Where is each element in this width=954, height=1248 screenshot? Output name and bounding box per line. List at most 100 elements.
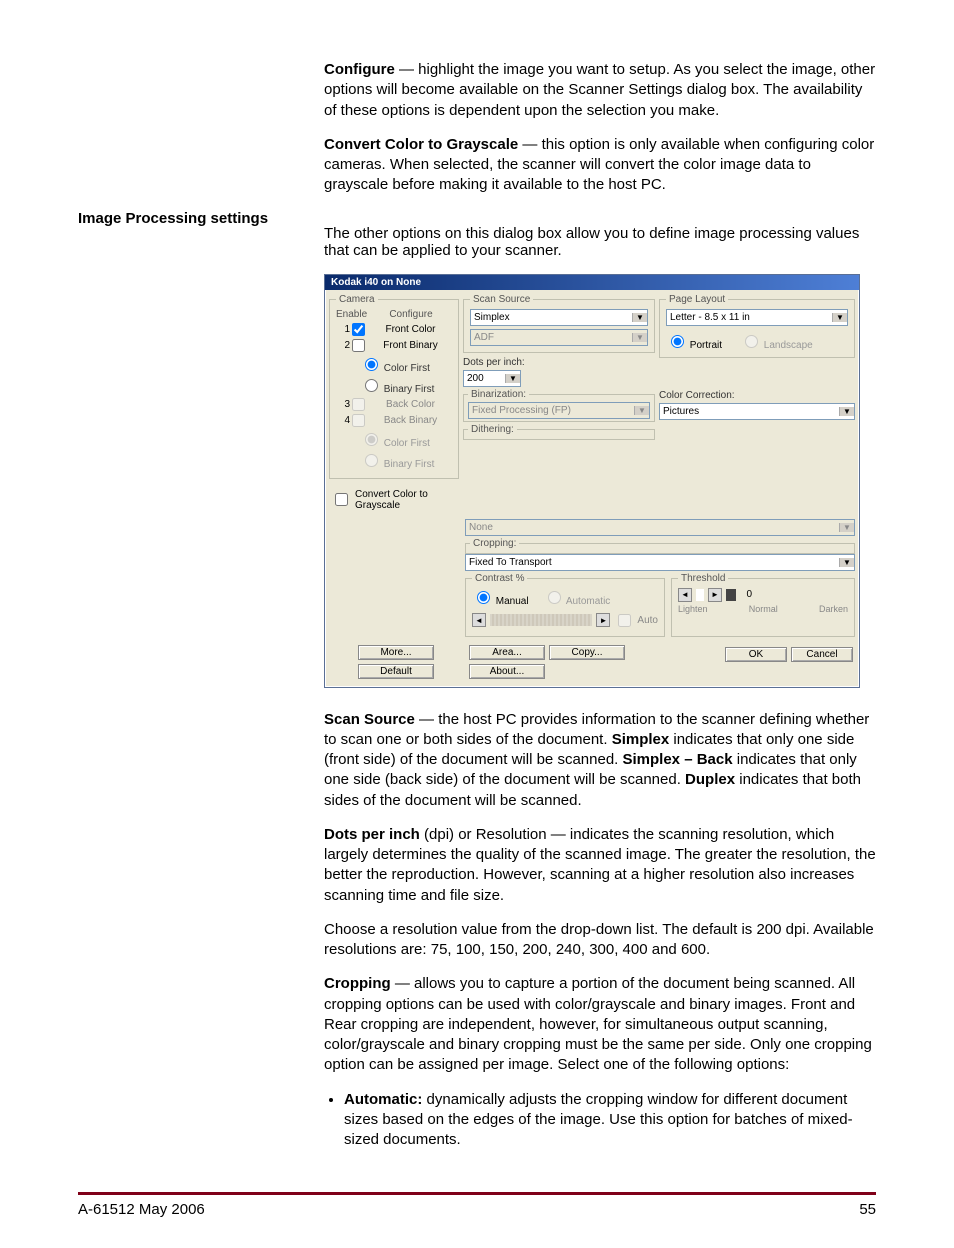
threshold-value: 0 [740,589,752,600]
contrast-manual-option[interactable]: Manual [472,588,529,607]
dpi-resolutions-paragraph: Choose a resolution value from the drop-… [324,920,876,961]
portrait-label: Portrait [690,340,722,351]
cctg-label: Convert Color to Grayscale [355,489,459,511]
chevron-down-icon: ▼ [839,523,854,532]
simplex-back-term: Simplex – Back [623,751,733,768]
landscape-label: Landscape [764,340,813,351]
camera-label-3: Back Color [369,399,452,410]
cctg-checkbox[interactable] [335,493,348,506]
scan-source-dropdown[interactable]: Simplex▼ [470,309,648,326]
scan-source-title: Scan Source [324,711,415,728]
camera-row-2: 2 Front Binary [336,339,452,352]
cropping-paragraph: Cropping — allows you to capture a porti… [324,974,876,1075]
contrast-automatic-label: Automatic [566,596,610,607]
camera-group: Camera Enable Configure 1 Front Color [329,294,459,479]
camera-enable-1[interactable] [352,323,365,336]
color-correction-dropdown[interactable]: Pictures▼ [659,403,855,420]
camera-row-num: 2 [336,340,350,351]
dialog-title: Kodak i40 on None [325,275,859,290]
cropping-options-list: Automatic: dynamically adjusts the cropp… [324,1090,876,1151]
threshold-slider[interactable] [696,589,704,601]
area-button[interactable]: Area... [469,645,545,660]
camera-enable-4 [352,414,365,427]
back-color-first-radio [365,433,378,446]
contrast-automatic-option: Automatic [543,588,611,607]
portrait-radio[interactable] [671,335,684,348]
footer-left: A-61512 May 2006 [78,1201,205,1218]
back-binary-first-label: Binary First [384,459,435,470]
page-size-dropdown[interactable]: Letter - 8.5 x 11 in▼ [666,309,848,326]
page-layout-legend: Page Layout [666,294,728,305]
contrast-auto-label: Auto [637,615,658,626]
dpi-value: 200 [464,373,505,384]
text: — allows you to capture a portion of the… [324,975,872,1073]
camera-enable-2[interactable] [352,339,365,352]
binarization-dropdown: Fixed Processing (FP)▼ [468,402,650,419]
threshold-decrease-button[interactable]: ◄ [678,588,692,602]
cctg-paragraph: Convert Color to Grayscale — this option… [324,135,876,196]
cropping-option-automatic: Automatic: dynamically adjusts the cropp… [344,1090,876,1151]
back-color-first-label: Color First [384,438,430,449]
portrait-option[interactable]: Portrait [666,332,722,351]
chevron-down-icon: ▼ [632,333,647,342]
binarization-group: Binarization: Fixed Processing (FP)▼ [463,389,655,422]
camera-label-4: Back Binary [369,415,452,426]
contrast-manual-radio[interactable] [477,591,490,604]
camera-label-1[interactable]: Front Color [369,324,452,335]
contrast-group: Contrast % Manual Automatic ◄ ► Auto [465,573,665,637]
scan-source-secondary-dropdown: ADF▼ [470,329,648,346]
contrast-auto-checkbox [618,614,631,627]
binarization-legend: Binarization: [468,389,529,400]
chevron-down-icon: ▼ [634,406,649,415]
copy-button[interactable]: Copy... [549,645,625,660]
default-button[interactable]: Default [358,664,434,679]
dpi-title: Dots per inch [324,826,420,843]
scan-source-group: Scan Source Simplex▼ ADF▼ [463,294,655,353]
threshold-darken: Darken [819,604,848,614]
cropping-dropdown[interactable]: Fixed To Transport▼ [465,554,855,571]
threshold-group: Threshold ◄ ► 0 Lighten Normal Darken [671,573,855,637]
landscape-option: Landscape [740,332,813,351]
cctg-title: Convert Color to Grayscale [324,136,518,153]
back-order-radios: Color First Binary First [360,430,452,470]
contrast-increase-button[interactable]: ► [596,613,610,627]
camera-hdr-configure: Configure [370,309,452,320]
dithering-group: Dithering: [463,424,655,440]
threshold-legend: Threshold [678,573,728,584]
threshold-increase-button[interactable]: ► [708,588,722,602]
camera-row-3: 3 Back Color [336,398,452,411]
about-button[interactable]: About... [469,664,545,679]
more-button[interactable]: More... [358,645,434,660]
cancel-button[interactable]: Cancel [791,647,853,662]
landscape-radio [745,335,758,348]
cropping-legend: Cropping: [470,538,519,549]
scan-source-legend: Scan Source [470,294,533,305]
front-color-first-radio[interactable] [365,358,378,371]
ok-button[interactable]: OK [725,647,787,662]
color-correction-label: Color Correction: [659,390,855,401]
dpi-dropdown[interactable]: 200▼ [463,370,521,387]
contrast-slider[interactable] [490,614,592,626]
configure-title: Configure [324,61,395,78]
cropping-group: Cropping: [465,538,855,554]
chevron-down-icon: ▼ [839,407,854,416]
automatic-term: Automatic: [344,1091,422,1108]
scanner-settings-dialog: Kodak i40 on None Camera Enable Configur… [324,274,860,688]
camera-row-1: 1 Front Color [336,323,452,336]
footer-rule [78,1192,876,1195]
color-correction-value: Pictures [660,406,839,417]
front-color-first-label: Color First [384,363,430,374]
dpi-label: Dots per inch: [463,357,655,368]
configure-paragraph: Configure — highlight the image you want… [324,60,876,121]
camera-row-num: 1 [336,324,350,335]
camera-enable-3 [352,398,365,411]
camera-label-2[interactable]: Front Binary [369,340,452,351]
page-size-value: Letter - 8.5 x 11 in [667,312,832,323]
front-binary-first-radio[interactable] [365,379,378,392]
threshold-normal: Normal [749,604,778,614]
dithering-value: None [466,522,839,533]
contrast-decrease-button[interactable]: ◄ [472,613,486,627]
scan-source-secondary-value: ADF [471,332,632,343]
front-binary-first-label: Binary First [384,384,435,395]
simplex-term: Simplex [612,731,670,748]
